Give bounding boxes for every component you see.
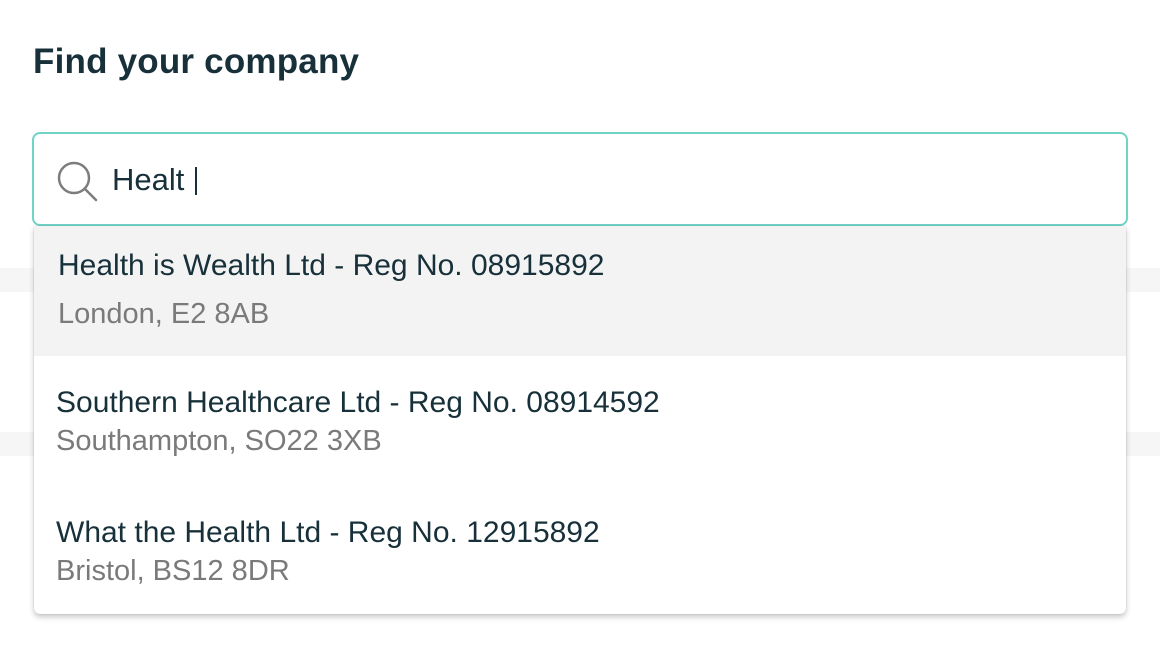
result-option[interactable]: Health is Wealth Ltd - Reg No. 08915892 … [34, 226, 1126, 356]
result-company-name: Health is Wealth Ltd - Reg No. 08915892 [58, 249, 605, 282]
result-option[interactable]: Southern Healthcare Ltd - Reg No. 089145… [34, 356, 1126, 486]
result-company-name: Southern Healthcare Ltd - Reg No. 089145… [56, 386, 660, 419]
result-option[interactable]: What the Health Ltd - Reg No. 12915892 B… [34, 486, 1126, 614]
text-caret [195, 167, 197, 195]
result-address: Southampton, SO22 3XB [56, 425, 382, 457]
result-address: Bristol, BS12 8DR [56, 555, 290, 587]
result-address: London, E2 8AB [58, 298, 270, 330]
search-results-dropdown: Health is Wealth Ltd - Reg No. 08915892 … [34, 226, 1126, 614]
search-icon [56, 160, 100, 204]
result-company-name: What the Health Ltd - Reg No. 12915892 [56, 516, 600, 549]
page-title: Find your company [33, 42, 360, 81]
search-input[interactable] [112, 158, 1092, 202]
